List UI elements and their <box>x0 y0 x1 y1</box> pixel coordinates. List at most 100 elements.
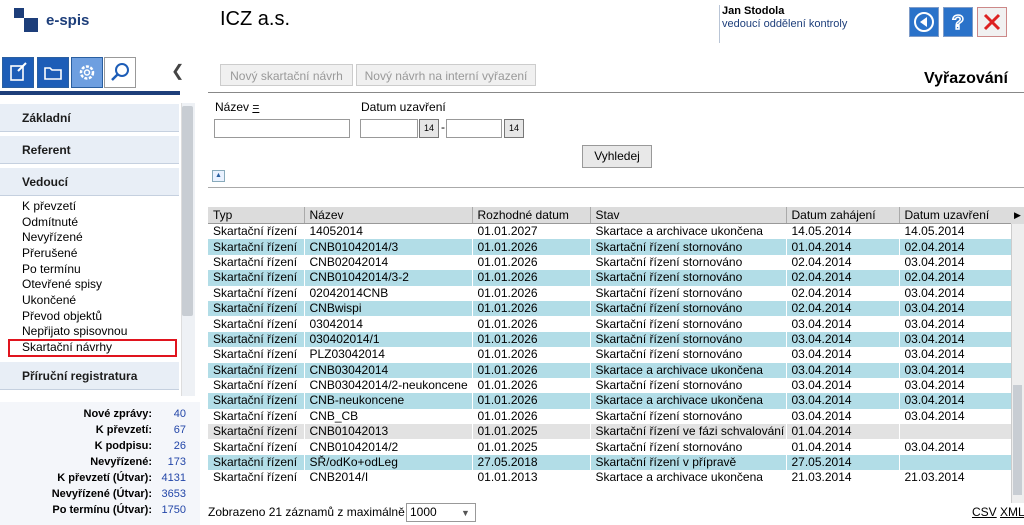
chevron-down-icon[interactable]: ▼ <box>461 508 470 518</box>
scroll-right-icon[interactable]: ▶ <box>1011 207 1024 224</box>
stat-value[interactable]: 3653 <box>154 486 186 502</box>
table-row[interactable]: Skartační řízení SŘ/odKo+odLeg 27.05.2018 S… <box>208 454 1012 471</box>
stat-value[interactable]: 26 <box>154 438 186 454</box>
calendar-icon[interactable]: 14 <box>419 119 439 138</box>
column-header-name[interactable]: Název <box>304 207 473 224</box>
column-header-type[interactable]: Typ <box>208 207 305 224</box>
search-button[interactable] <box>104 57 136 88</box>
export-csv-link[interactable]: CSV <box>972 505 997 519</box>
cell-type: Skartační řízení <box>208 439 305 455</box>
cell-start-date: 02.04.2014 <box>786 254 900 271</box>
back-button[interactable] <box>909 7 939 37</box>
sidebar-item-po-terminu[interactable]: Po termínu <box>22 262 81 277</box>
sidebar-item-prevod-objektu[interactable]: Převod objektů <box>22 309 102 324</box>
stat-value[interactable]: 40 <box>154 406 186 422</box>
sidebar-item-prerusene[interactable]: Přerušené <box>22 246 77 261</box>
cell-state: Skartace a archivace ukončena <box>590 362 787 378</box>
stat-value[interactable]: 67 <box>154 422 186 438</box>
cell-decisive-date: 01.01.2026 <box>472 408 591 425</box>
help-button[interactable]: ? <box>943 7 973 37</box>
cell-close-date: 03.04.2014 <box>899 362 1012 378</box>
sidebar-item-odmitnute[interactable]: Odmítnuté <box>22 215 78 230</box>
column-header-decisive-date[interactable]: Rozhodné datum <box>472 207 591 224</box>
table-row[interactable]: Skartační řízení 030402014/1 01.01.2026 Ska… <box>208 331 1012 348</box>
cell-type: Skartační řízení <box>208 331 305 348</box>
name-filter-input[interactable] <box>214 119 350 138</box>
calendar-icon[interactable]: 14 <box>504 119 524 138</box>
sidebar-scrollbar-thumb[interactable] <box>182 106 193 316</box>
date-from-input[interactable] <box>360 119 418 138</box>
name-filter-label: Název = <box>215 100 260 114</box>
cell-type: Skartační řízení <box>208 316 305 332</box>
sidebar-item-nevyrizene[interactable]: Nevyřízené <box>22 230 83 245</box>
cell-name: CNB2014/I <box>304 470 473 486</box>
results-table: Typ Název Rozhodné datum Stav Datum zahá… <box>208 207 1012 486</box>
table-row[interactable]: Skartační řízení CNB-neukoncene 01.01.2026… <box>208 393 1012 409</box>
settings-button[interactable] <box>71 57 103 88</box>
table-row[interactable]: Skartační řízení CNB03042014/2-neukoncene… <box>208 377 1012 394</box>
new-shredding-proposal-button[interactable]: Nový skartační návrh <box>220 64 353 86</box>
column-header-close-date[interactable]: Datum uzavření <box>899 207 1012 224</box>
cell-state: Skartační řízení ve fázi schvalování <box>590 424 787 440</box>
collapse-sidebar-icon[interactable]: ❮ <box>171 61 184 81</box>
sidebar-section-zakladni[interactable]: Základní <box>0 104 179 132</box>
sidebar-section-prirucni-registratura[interactable]: Příruční registratura <box>0 362 179 390</box>
cell-name: CNB03042014/2-neukoncene <box>304 377 473 394</box>
stat-value[interactable]: 4131 <box>154 470 186 486</box>
logout-button[interactable] <box>977 7 1007 37</box>
search-button[interactable]: Vyhledej <box>582 145 652 168</box>
column-header-start-date[interactable]: Datum zahájení <box>786 207 900 224</box>
name-operator[interactable]: = <box>252 100 259 114</box>
cell-start-date: 01.04.2014 <box>786 439 900 455</box>
cell-decisive-date: 01.01.2026 <box>472 347 591 363</box>
table-row[interactable]: Skartační řízení PLZ03042014 01.01.2026 Ska… <box>208 347 1012 363</box>
cell-close-date: 03.04.2014 <box>899 393 1012 409</box>
table-row[interactable]: Skartační řízení 03042014 01.01.2026 Skarta… <box>208 316 1012 332</box>
folder-button[interactable] <box>37 57 69 88</box>
cell-decisive-date: 01.01.2026 <box>472 316 591 332</box>
table-row[interactable]: Skartační řízení CNB01042014/3 01.01.2026 S… <box>208 239 1012 255</box>
stat-value[interactable]: 1750 <box>154 502 186 518</box>
cell-name: CNB03042014 <box>304 362 473 378</box>
table-row[interactable]: Skartační řízení CNB01042013 01.01.2025 Ska… <box>208 424 1012 440</box>
cell-start-date: 21.03.2014 <box>786 470 900 486</box>
cell-type: Skartační řízení <box>208 285 305 301</box>
stat-label: Po termínu (Útvar): <box>52 504 152 516</box>
toolbar-divider <box>0 91 180 95</box>
cell-state: Skartace a archivace ukončena <box>590 223 787 240</box>
new-internal-disposal-button[interactable]: Nový návrh na interní vyřazení <box>356 64 536 86</box>
date-to-input[interactable] <box>446 119 502 138</box>
table-scrollbar-thumb[interactable] <box>1013 385 1022 495</box>
table-row[interactable]: Skartační řízení 02042014CNB 01.01.2026 Ska… <box>208 285 1012 301</box>
table-row[interactable]: Skartační řízení CNB2014/I 01.01.2013 Skart… <box>208 470 1012 486</box>
cell-close-date: 03.04.2014 <box>899 316 1012 332</box>
table-row[interactable]: Skartační řízení CNB01042014/3-2 01.01.202… <box>208 270 1012 286</box>
export-xml-link[interactable]: XML <box>1000 505 1024 519</box>
cell-type: Skartační řízení <box>208 377 305 394</box>
sidebar-section-referent[interactable]: Referent <box>0 136 179 164</box>
cell-close-date: 03.04.2014 <box>899 439 1012 455</box>
sidebar-item-neprijato-spisovnou[interactable]: Nepřijato spisovnou <box>22 324 127 339</box>
cell-close-date: 03.04.2014 <box>899 377 1012 394</box>
search-icon <box>111 63 129 81</box>
table-row[interactable]: Skartační řízení CNBwispi 01.01.2026 Skarta… <box>208 300 1012 317</box>
new-document-button[interactable] <box>2 57 34 88</box>
sidebar-section-vedouci[interactable]: Vedoucí <box>0 168 179 196</box>
cell-start-date: 27.05.2014 <box>786 454 900 471</box>
sidebar-item-k-prevzeti[interactable]: K převzetí <box>22 199 76 214</box>
collapse-filter-icon[interactable]: ▲ <box>212 170 225 182</box>
table-row[interactable]: Skartační řízení CNB_CB 01.01.2026 Skartačn… <box>208 408 1012 425</box>
cell-state: Skartační řízení stornováno <box>590 254 787 271</box>
stat-label: Nové zprávy: <box>83 408 152 420</box>
stat-value[interactable]: 173 <box>154 454 186 470</box>
table-row[interactable]: Skartační řízení CNB03042014 01.01.2026 Ska… <box>208 362 1012 378</box>
table-row[interactable]: Skartační řízení CNB01042014/2 01.01.2025 S… <box>208 439 1012 455</box>
cell-start-date: 03.04.2014 <box>786 408 900 425</box>
table-row[interactable]: Skartační řízení CNB02042014 01.01.2026 Ska… <box>208 254 1012 271</box>
table-row[interactable]: Skartační řízení 14052014 01.01.2027 Skarta… <box>208 223 1012 240</box>
sidebar-item-otevrene-spisy[interactable]: Otevřené spisy <box>22 277 102 292</box>
cell-type: Skartační řízení <box>208 424 305 440</box>
column-header-state[interactable]: Stav <box>590 207 787 224</box>
cell-name: CNB01042014/3 <box>304 239 473 255</box>
sidebar-item-ukoncene[interactable]: Ukončené <box>22 293 76 308</box>
